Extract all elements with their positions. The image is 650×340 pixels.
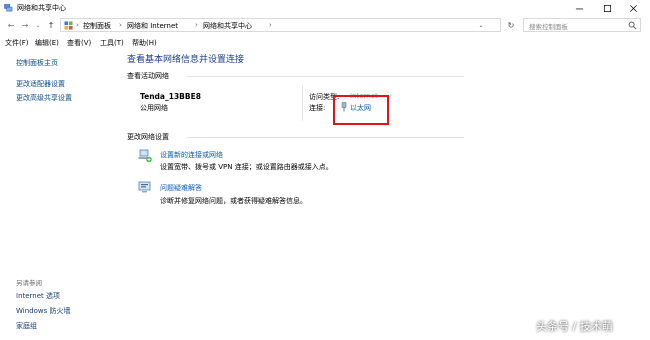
forward-arrow-icon: → [21,20,29,30]
search-input[interactable]: 搜索控制面板 [523,18,641,32]
sidebar-link-homegroup[interactable]: 家庭组 [16,321,37,331]
left-pane: 控制面板主页 更改适配器设置 更改高级共享设置 另请参阅 Internet 选项… [0,50,118,340]
network-divider [302,85,303,121]
sidebar-link-control-panel-home[interactable]: 控制面板主页 [16,58,58,68]
troubleshoot-link[interactable]: 问题疑难解答 [160,183,202,193]
breadcrumb-network-internet[interactable]: 网络和 Internet [127,21,178,31]
page-title: 查看基本网络信息并设置连接 [127,55,245,65]
sidebar-link-internet-options[interactable]: Internet 选项 [16,291,60,301]
search-icon [628,21,637,30]
menu-file[interactable]: 文件(F) [5,38,29,48]
search-placeholder: 搜索控制面板 [529,23,568,31]
section-divider [187,76,464,77]
up-arrow-icon: ↑ [47,20,55,30]
sidebar-link-windows-firewall[interactable]: Windows 防火墙 [16,306,70,316]
address-row: ← → ⌄ ↑ › 控制面板 › 网络和 Internet › 网络和共享中心 … [0,17,650,33]
breadcrumb-network-center[interactable]: 网络和共享中心 [203,21,252,31]
network-type-link[interactable]: 公用网络 [140,103,168,113]
troubleshoot-description: 诊断并修复网络问题，或者获得疑难解答信息。 [160,197,307,205]
network-name: Tenda_13BBE8 [140,92,201,101]
chevron-down-icon: ⌄ [35,21,41,29]
maximize-button[interactable] [594,0,620,16]
sidebar-link-advanced-sharing[interactable]: 更改高级共享设置 [16,93,72,103]
title-bar: 网络和共享中心 [0,0,650,16]
recent-locations-button[interactable]: ⌄ [32,19,44,31]
network-setup-icon [138,149,152,163]
control-panel-icon [64,21,73,30]
forward-button[interactable]: → [19,19,31,31]
menu-edit[interactable]: 编辑(E) [35,38,59,48]
see-also-heading: 另请参阅 [16,279,42,287]
chevron-down-icon: ⌄ [478,21,484,29]
connections-label: 连接: [309,104,326,112]
setup-connection-description: 设置宽带、拨号或 VPN 连接；或设置路由器或接入点。 [160,163,333,171]
window-title: 网络和共享中心 [17,4,66,12]
minimize-button[interactable] [566,0,592,16]
address-bar[interactable]: › 控制面板 › 网络和 Internet › 网络和共享中心 › ⌄ [60,18,501,32]
close-button[interactable] [620,0,646,16]
breadcrumb-separator-icon: › [76,21,79,29]
up-button[interactable]: ↑ [45,19,57,31]
refresh-icon: ↻ [507,20,515,30]
breadcrumb-separator-icon: › [119,21,122,29]
menu-view[interactable]: 查看(V) [67,38,91,48]
sidebar-link-adapter-settings[interactable]: 更改适配器设置 [16,79,65,89]
highlight-box [333,95,389,125]
section-divider [187,137,464,138]
back-button[interactable]: ← [5,19,17,31]
menu-help[interactable]: 帮助(H) [132,38,157,48]
troubleshoot-icon [138,181,151,193]
active-networks-heading: 查看活动网络 [127,72,169,80]
network-center-icon [4,4,13,12]
watermark: 头条号 / 技术萌 [536,320,613,333]
menu-bar: 文件(F) 编辑(E) 查看(V) 工具(T) 帮助(H) [0,37,650,49]
change-settings-heading: 更改网络设置 [127,133,169,141]
menu-tools[interactable]: 工具(T) [100,38,124,48]
breadcrumb-separator-icon: › [269,21,272,29]
back-arrow-icon: ← [7,20,15,30]
window: 网络和共享中心 ← → ⌄ ↑ › 控制面板 › 网络和 Internet › … [0,0,650,340]
refresh-button[interactable]: ↻ [505,19,517,31]
address-dropdown-button[interactable]: ⌄ [476,20,486,30]
breadcrumb-control-panel[interactable]: 控制面板 [83,21,111,31]
close-icon [629,4,637,12]
setup-connection-link[interactable]: 设置新的连接或网络 [160,150,223,160]
breadcrumb-separator-icon: › [195,21,198,29]
minimize-icon [575,8,583,9]
maximize-icon [603,4,611,12]
